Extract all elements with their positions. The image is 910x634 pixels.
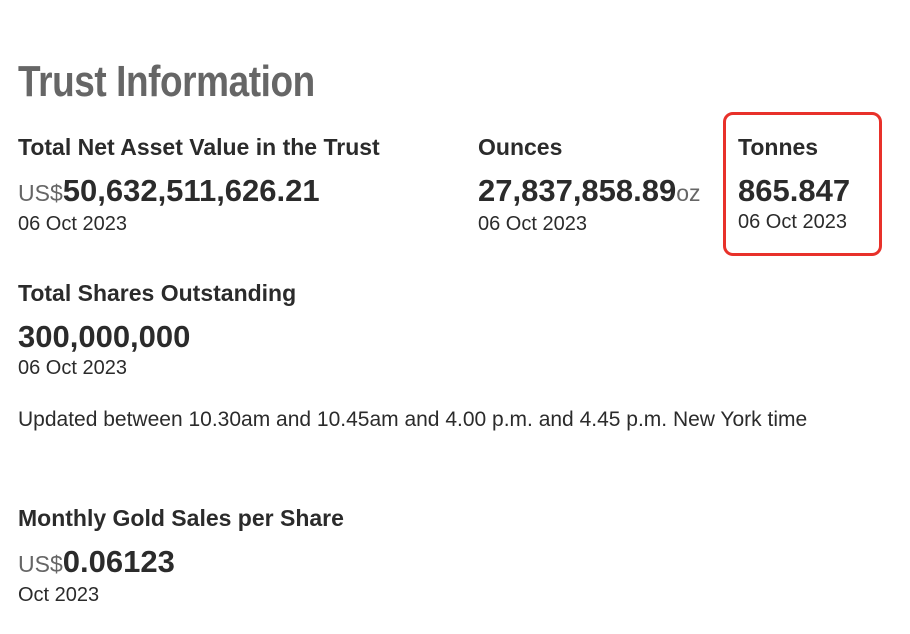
- update-note: Updated between 10.30am and 10.45am and …: [18, 408, 808, 431]
- ounces-value: 27,837,858.89oz: [478, 172, 701, 212]
- currency-prefix: US$: [18, 551, 63, 577]
- net-asset-value: US$50,632,511,626.21: [18, 172, 380, 212]
- net-asset-value-block: Total Net Asset Value in the Trust US$50…: [18, 133, 380, 236]
- tonnes-block: Tonnes 865.847 06 Oct 2023: [738, 133, 850, 234]
- ounces-block: Ounces 27,837,858.89oz 06 Oct 2023: [478, 133, 701, 236]
- ounces-date: 06 Oct 2023: [478, 213, 587, 235]
- page-title: Trust Information: [18, 57, 315, 106]
- tonnes-value: 865.847: [738, 173, 851, 208]
- gold-sales-label: Monthly Gold Sales per Share: [18, 505, 344, 531]
- currency-prefix: US$: [18, 180, 63, 206]
- gold-sales-date: Oct 2023: [18, 584, 100, 606]
- shares-outstanding-date: 06 Oct 2023: [18, 357, 127, 379]
- shares-outstanding-label: Total Shares Outstanding: [18, 280, 297, 306]
- gold-sales-value: US$0.06123: [18, 543, 344, 583]
- net-asset-value-date: 06 Oct 2023: [18, 213, 127, 235]
- ounces-unit: oz: [676, 180, 701, 206]
- net-asset-value-amount: 50,632,511,626.21: [62, 173, 320, 208]
- net-asset-value-label: Total Net Asset Value in the Trust: [18, 134, 380, 160]
- ounces-amount: 27,837,858.89: [478, 173, 677, 208]
- tonnes-date: 06 Oct 2023: [738, 211, 847, 233]
- tonnes-label: Tonnes: [738, 134, 819, 160]
- gold-sales-block: Monthly Gold Sales per Share US$0.06123 …: [18, 504, 344, 607]
- gold-sales-amount: 0.06123: [62, 544, 175, 579]
- shares-outstanding-block: Total Shares Outstanding 300,000,000 06 …: [18, 279, 296, 380]
- ounces-label: Ounces: [478, 134, 563, 160]
- shares-outstanding-value: 300,000,000: [18, 319, 191, 354]
